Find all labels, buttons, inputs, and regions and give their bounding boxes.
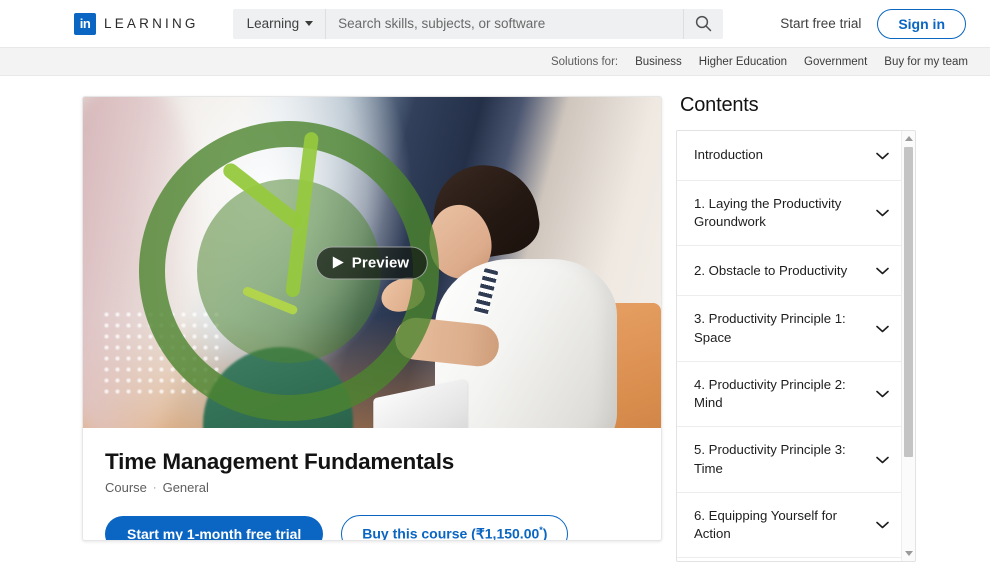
solutions-link-higher-education[interactable]: Higher Education [699,56,787,68]
toc-item-introduction[interactable]: Introduction [677,131,901,181]
toc-item-label: 4. Productivity Principle 2: Mind [694,376,846,411]
solutions-link-buy-for-my-team[interactable]: Buy for my team [884,56,968,68]
start-free-trial-link[interactable]: Start free trial [780,16,861,31]
solutions-for-label: Solutions for: [550,55,619,68]
search-icon [695,15,711,32]
buy-this-course-button[interactable]: Buy this course (₹1,150.00*) [341,515,569,541]
contents-scrollbar[interactable] [901,131,915,561]
brand-wordmark: LEARNING [104,16,199,31]
contents-list: Introduction 1. Laying the Productivity … [677,131,901,561]
course-type: Course [105,480,147,495]
meta-separator: · [152,481,157,494]
buy-label-prefix: Buy this course ( [362,525,476,541]
course-meta: Course · General [105,480,639,495]
chevron-down-icon [876,521,889,529]
cta-row: Start my 1-month free trial Buy this cou… [105,515,639,541]
toc-item-4-productivity-principle-2-mind[interactable]: 4. Productivity Principle 2: Mind [677,362,901,428]
course-info: Time Management Fundamentals Course · Ge… [83,428,661,541]
course-hero-image[interactable]: Preview [83,97,661,428]
buy-price: ₹1,150.00 [475,525,540,541]
sign-in-button[interactable]: Sign in [877,8,966,39]
buy-label-suffix: ) [542,525,548,541]
toc-item-label: 5. Productivity Principle 3: Time [694,442,846,476]
search-bar: Learning [232,8,723,39]
scroll-arrow-down-icon[interactable] [905,551,913,556]
scroll-arrow-up-icon[interactable] [905,136,913,141]
chevron-down-icon [876,209,889,217]
contents-column: Contents Introduction 1. Laying the Prod… [676,94,916,562]
toc-item-label: 2. Obstacle to Productivity [694,262,848,278]
top-navigation-bar: in LEARNING Learning Start free trial Si… [0,0,990,48]
search-scope-dropdown[interactable]: Learning [233,8,327,39]
toc-item-3-productivity-principle-1-space[interactable]: 3. Productivity Principle 1: Space [677,296,901,362]
page-body: Preview Time Management Fundamentals Cou… [0,76,990,562]
chevron-down-icon [876,152,889,159]
solutions-bar: Solutions for: Business Higher Education… [0,48,990,76]
brand-logo[interactable]: in LEARNING [74,12,199,35]
course-card: Preview Time Management Fundamentals Cou… [82,96,662,541]
play-icon [332,256,344,269]
toc-item-6-equipping-yourself-for-action[interactable]: 6. Equipping Yourself for Action [677,493,901,559]
solutions-link-government[interactable]: Government [804,56,867,68]
chevron-down-icon [876,390,889,398]
toc-item-label: 6. Equipping Yourself for Action [694,507,837,541]
course-level: General [162,480,209,495]
toc-item-7-gathering-to-the-inbox[interactable]: 7. Gathering to the Inbox [677,558,901,561]
chevron-down-icon [876,267,889,275]
toc-item-label: 3. Productivity Principle 1: Space [694,311,846,345]
chevron-down-icon [876,456,889,463]
preview-button[interactable]: Preview [315,246,429,279]
toc-item-label: 1. Laying the Productivity Groundwork [694,196,842,230]
scrollbar-thumb[interactable] [904,147,913,457]
linkedin-logo-icon: in [74,12,96,35]
toc-item-2-obstacle-to-productivity[interactable]: 2. Obstacle to Productivity [677,246,901,297]
search-scope-label: Learning [246,16,300,31]
toc-item-5-productivity-principle-3-time[interactable]: 5. Productivity Principle 3: Time [677,427,901,493]
contents-heading: Contents [680,94,759,116]
toc-item-label: Introduction [694,147,763,163]
start-free-trial-button[interactable]: Start my 1-month free trial [105,515,324,540]
preview-button-label: Preview [351,254,410,271]
nav-right-actions: Start free trial Sign in [780,8,966,39]
chevron-down-icon [876,325,889,332]
contents-panel: Introduction 1. Laying the Productivity … [676,130,916,562]
solutions-link-business[interactable]: Business [635,56,682,68]
page-title: Time Management Fundamentals [105,449,455,474]
chevron-down-icon [305,21,314,26]
search-submit-button[interactable] [682,8,723,39]
search-input[interactable] [326,8,683,39]
toc-item-1-laying-the-productivity-groundwork[interactable]: 1. Laying the Productivity Groundwork [677,181,901,247]
